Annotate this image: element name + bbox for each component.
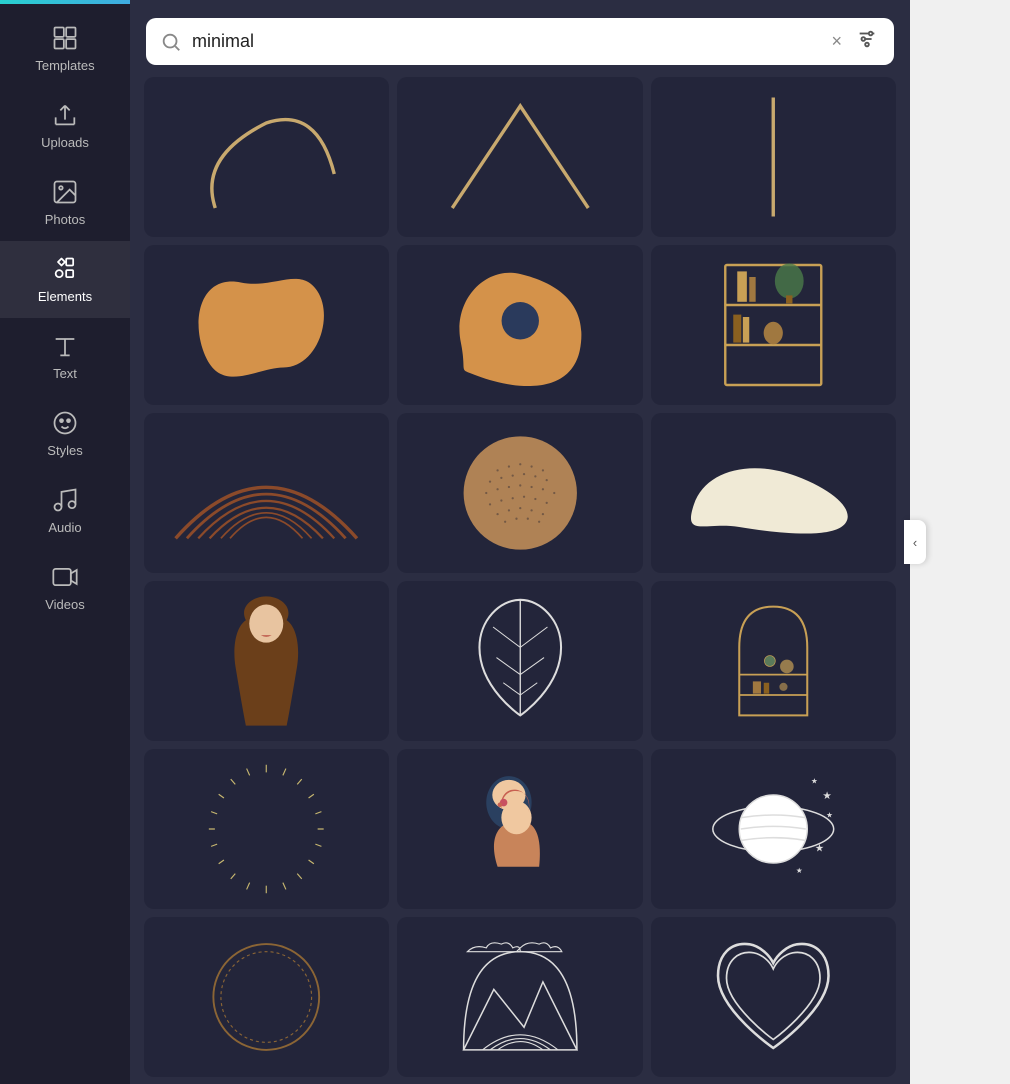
filter-icon [856,28,878,50]
collapse-panel-button[interactable]: ‹ [904,520,926,564]
svg-text:★: ★ [796,866,803,875]
sidebar-item-photos[interactable]: Photos [0,164,130,241]
grid-item-cream-blob[interactable] [651,413,896,573]
grid-item-partial-2[interactable] [397,77,642,237]
element-preview-partial2 [416,89,625,225]
text-icon [51,332,79,360]
element-preview-woman [162,593,371,729]
element-preview-partial1 [162,89,371,225]
search-filter-button[interactable] [854,28,880,55]
grid-item-partial-1[interactable] [144,77,389,237]
elements-grid: ★ ★ ★ ★ ★ [130,77,910,1084]
sidebar-item-videos[interactable]: Videos [0,549,130,626]
sidebar-item-elements[interactable]: Elements [0,241,130,318]
grid-item-rainbow-arc[interactable] [144,413,389,573]
element-preview-arch-shelf [669,593,878,729]
grid-item-circle-ring[interactable] [144,917,389,1077]
grid-item-radial-lines[interactable] [144,749,389,909]
elements-icon [51,255,79,283]
grid-item-planet[interactable]: ★ ★ ★ ★ ★ [651,749,896,909]
element-preview-planet: ★ ★ ★ ★ ★ [669,761,878,897]
sidebar: Templates Uploads Photos Elements Text [0,0,130,1084]
search-input[interactable]: minimal [192,31,819,52]
grid-item-partial-3[interactable] [651,77,896,237]
grid-item-leaf-outline[interactable] [397,581,642,741]
element-preview-blob-leaf [162,257,371,393]
element-preview-radial-lines [162,761,371,897]
sidebar-item-uploads[interactable]: Uploads [0,87,130,164]
svg-text:★: ★ [822,790,832,802]
styles-icon [51,409,79,437]
sidebar-item-templates[interactable]: Templates [0,10,130,87]
svg-text:★: ★ [815,843,825,855]
grid-item-blob-leaf[interactable] [144,245,389,405]
audio-icon [51,486,79,514]
element-preview-rainbow-arc [162,425,371,561]
grid-item-bookshelf[interactable] [651,245,896,405]
photos-icon [51,178,79,206]
templates-icon [51,24,79,52]
sidebar-item-styles[interactable]: Styles [0,395,130,472]
main-panel: minimal × ‹ [130,0,910,1084]
element-preview-blob-flower [416,257,625,393]
element-preview-bookshelf [669,257,878,393]
sidebar-item-audio-label: Audio [48,520,81,535]
element-preview-leaf-outline [416,593,625,729]
grid-item-blob-flower[interactable] [397,245,642,405]
videos-icon [51,563,79,591]
grid-item-woman-figure[interactable] [144,581,389,741]
element-preview-cream-blob [669,425,878,561]
sidebar-item-videos-label: Videos [45,597,85,612]
sidebar-item-styles-label: Styles [47,443,82,458]
element-preview-mountain [416,929,625,1065]
search-bar: minimal × [146,18,894,65]
sidebar-item-text-label: Text [53,366,77,381]
grid-item-mountain[interactable] [397,917,642,1077]
sidebar-item-elements-label: Elements [38,289,92,304]
grid-item-two-women[interactable] [397,749,642,909]
grid-item-arch-shelf[interactable] [651,581,896,741]
uploads-icon [51,101,79,129]
grid-item-dotted-circle[interactable] [397,413,642,573]
sidebar-item-audio[interactable]: Audio [0,472,130,549]
element-preview-heart-outline [669,929,878,1065]
element-preview-partial3 [669,89,878,225]
sidebar-item-uploads-label: Uploads [41,135,89,150]
sidebar-item-text[interactable]: Text [0,318,130,395]
svg-text:★: ★ [811,777,818,786]
element-preview-two-women [416,761,625,897]
svg-text:★: ★ [826,811,833,820]
sidebar-item-templates-label: Templates [35,58,94,73]
element-preview-circle-ring [162,929,371,1065]
sidebar-item-photos-label: Photos [45,212,85,227]
element-preview-dotted-circle [416,425,625,561]
grid-item-heart-outline[interactable] [651,917,896,1077]
search-icon [160,31,182,53]
search-clear-button[interactable]: × [829,31,844,52]
